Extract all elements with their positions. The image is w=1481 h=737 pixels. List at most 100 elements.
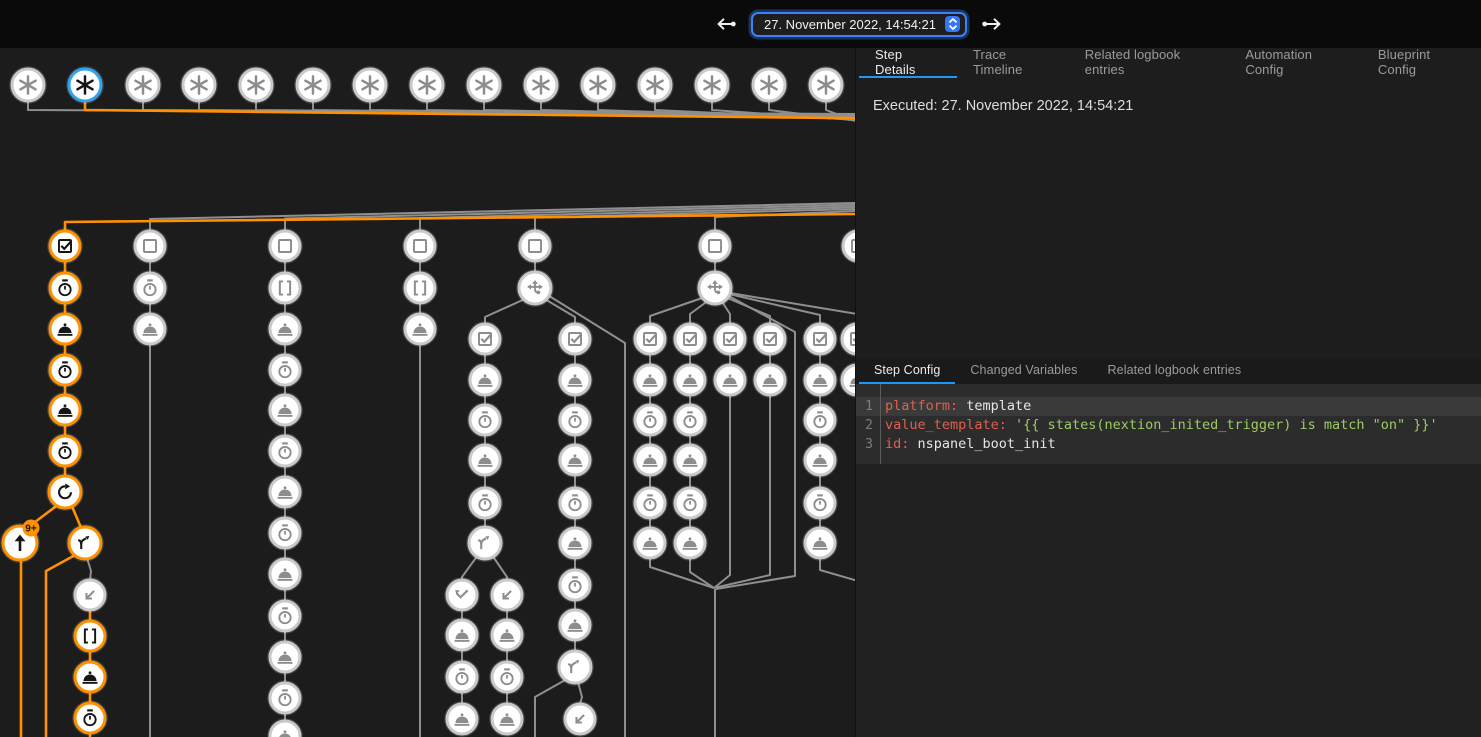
trace-node-service-call[interactable] — [490, 702, 524, 736]
trace-node-timer[interactable] — [268, 353, 302, 387]
trace-node-checkbox-marked[interactable] — [753, 322, 787, 356]
code-line-2[interactable]: 2value_template: '{{ states(nextion_init… — [856, 416, 1481, 435]
trace-node-service-call[interactable] — [673, 526, 707, 560]
trace-node-service-call[interactable] — [803, 526, 837, 560]
trace-node-service-call[interactable] — [803, 443, 837, 477]
trace-node-service-call[interactable] — [713, 363, 747, 397]
trace-node-repeat[interactable] — [47, 474, 83, 510]
trace-node-check-arrow[interactable] — [445, 578, 479, 612]
details-tab-step-details[interactable]: Step Details — [859, 48, 957, 78]
trace-node-timer[interactable] — [133, 271, 167, 305]
trace-node-call-split[interactable] — [467, 525, 503, 561]
trace-node-service-call[interactable] — [268, 393, 302, 427]
trace-node-timer[interactable] — [558, 486, 592, 520]
trace-node-timer[interactable] — [558, 403, 592, 437]
trace-node-timer[interactable] — [268, 681, 302, 715]
trace-node-service-call[interactable] — [468, 363, 502, 397]
next-run-icon[interactable] — [980, 12, 1004, 36]
config-tab-step-config[interactable]: Step Config — [859, 358, 955, 384]
trace-node-checkbox-marked[interactable] — [840, 322, 855, 356]
trace-node-service-call[interactable] — [268, 719, 302, 737]
trace-node-service-call[interactable] — [445, 618, 479, 652]
trace-node-service-call[interactable] — [673, 443, 707, 477]
trace-node-arrow-decision[interactable] — [697, 270, 733, 306]
trace-node-arrow-bottom-left[interactable] — [73, 578, 107, 612]
trace-node-timer[interactable] — [558, 568, 592, 602]
trace-node-service-call[interactable] — [633, 363, 667, 397]
trace-node-asterisk-trigger[interactable] — [67, 67, 103, 103]
trace-node-timer[interactable] — [73, 701, 107, 735]
trace-node-timer[interactable] — [673, 486, 707, 520]
trace-node-arrow-bottom-left[interactable] — [490, 578, 524, 612]
trace-node-service-call[interactable] — [48, 312, 82, 346]
trace-node-asterisk-trigger[interactable] — [466, 67, 502, 103]
code-line-1[interactable]: 1platform: template — [856, 397, 1481, 416]
trace-node-asterisk-trigger[interactable] — [637, 67, 673, 103]
trace-node-checkbox-marked[interactable] — [558, 322, 592, 356]
trace-node-timer[interactable] — [803, 486, 837, 520]
trace-node-asterisk-trigger[interactable] — [694, 67, 730, 103]
trace-node-checkbox-marked[interactable] — [803, 322, 837, 356]
trace-node-checkbox-marked[interactable] — [468, 322, 502, 356]
trace-node-timer[interactable] — [468, 486, 502, 520]
trace-node-code-brackets[interactable] — [73, 619, 107, 653]
trace-node-timer[interactable] — [633, 486, 667, 520]
trace-node-service-call[interactable] — [403, 312, 437, 346]
trace-node-service-call[interactable] — [73, 660, 107, 694]
config-tab-changed-variables[interactable]: Changed Variables — [955, 358, 1092, 384]
trace-node-timer[interactable] — [445, 660, 479, 694]
trace-node-timer[interactable] — [48, 434, 82, 468]
trace-node-timer[interactable] — [673, 403, 707, 437]
trace-node-asterisk-trigger[interactable] — [580, 67, 616, 103]
run-select[interactable]: 27. November 2022, 14:54:21 — [751, 12, 967, 37]
trace-node-asterisk-trigger[interactable] — [523, 67, 559, 103]
trace-node-checkbox-marked[interactable] — [633, 322, 667, 356]
trace-node-timer[interactable] — [268, 516, 302, 550]
trace-node-arrow-bottom-left[interactable] — [563, 702, 597, 736]
trace-node-timer[interactable] — [48, 271, 82, 305]
trace-node-checkbox-blank[interactable] — [268, 229, 302, 263]
details-tab-trace-timeline[interactable]: Trace Timeline — [957, 48, 1069, 78]
trace-node-service-call[interactable] — [558, 443, 592, 477]
trace-node-service-call[interactable] — [840, 363, 855, 397]
trace-node-asterisk-trigger[interactable] — [352, 67, 388, 103]
trace-node-checkbox-blank[interactable] — [698, 229, 732, 263]
trace-node-checkbox-marked[interactable] — [48, 229, 82, 263]
trace-node-timer[interactable] — [803, 403, 837, 437]
trace-node-service-call[interactable] — [753, 363, 787, 397]
trace-node-service-call[interactable] — [633, 526, 667, 560]
trace-node-timer[interactable] — [490, 660, 524, 694]
trace-node-checkbox-blank[interactable] — [518, 229, 552, 263]
code-line-3[interactable]: 3id: nspanel_boot_init — [856, 435, 1481, 454]
trace-node-service-call[interactable] — [558, 608, 592, 642]
trace-node-service-call[interactable] — [558, 526, 592, 560]
previous-run-icon[interactable] — [714, 12, 738, 36]
details-tab-blueprint-config[interactable]: Blueprint Config — [1362, 48, 1481, 78]
trace-node-checkbox-marked[interactable] — [673, 322, 707, 356]
config-tab-related-logbook-entries[interactable]: Related logbook entries — [1093, 358, 1257, 384]
trace-node-service-call[interactable] — [48, 393, 82, 427]
trace-node-arrow-decision[interactable] — [517, 270, 553, 306]
trace-node-asterisk-trigger[interactable] — [409, 67, 445, 103]
trace-node-asterisk-trigger[interactable] — [10, 67, 46, 103]
trace-node-checkbox-blank[interactable] — [403, 229, 437, 263]
trace-node-service-call[interactable] — [490, 618, 524, 652]
trace-node-asterisk-trigger[interactable] — [125, 67, 161, 103]
trace-node-service-call[interactable] — [268, 640, 302, 674]
trace-node-asterisk-trigger[interactable] — [751, 67, 787, 103]
trace-node-timer[interactable] — [268, 434, 302, 468]
details-tab-related-logbook-entries[interactable]: Related logbook entries — [1069, 48, 1230, 78]
trace-node-timer[interactable] — [48, 353, 82, 387]
trace-node-asterisk-trigger[interactable] — [295, 67, 331, 103]
trace-node-service-call[interactable] — [445, 702, 479, 736]
trace-node-code-brackets[interactable] — [403, 271, 437, 305]
trace-node-checkbox-blank[interactable] — [841, 229, 855, 263]
trace-node-service-call[interactable] — [268, 475, 302, 509]
details-tab-automation-config[interactable]: Automation Config — [1229, 48, 1362, 78]
trace-node-checkbox-blank[interactable] — [133, 229, 167, 263]
trace-node-asterisk-trigger[interactable] — [181, 67, 217, 103]
trace-node-service-call[interactable] — [468, 443, 502, 477]
trace-node-service-call[interactable] — [673, 363, 707, 397]
trace-node-service-call[interactable] — [803, 363, 837, 397]
trace-node-checkbox-marked[interactable] — [713, 322, 747, 356]
